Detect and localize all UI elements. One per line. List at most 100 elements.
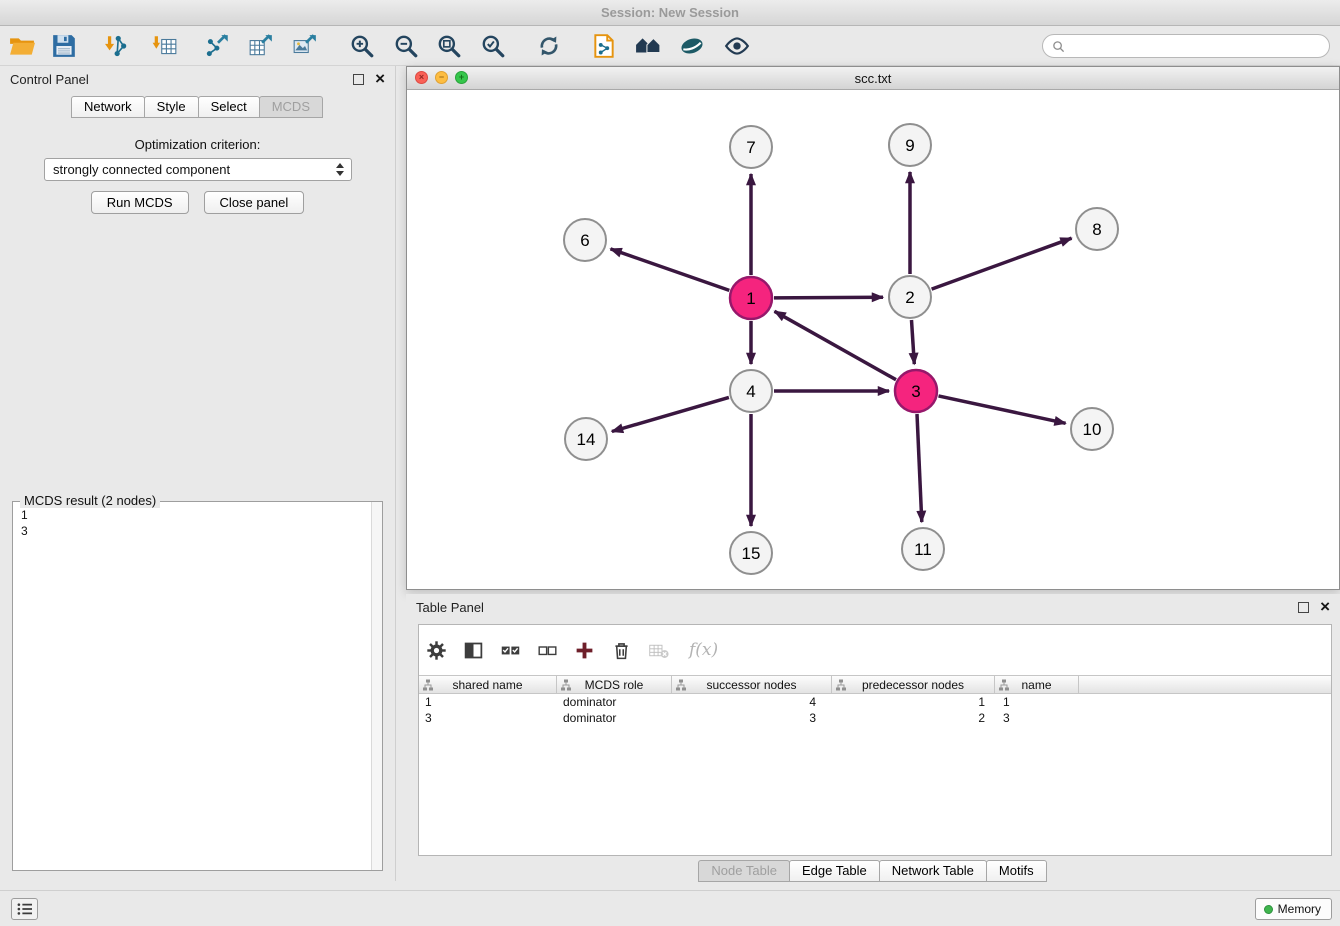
node-label-14: 14 [577, 430, 596, 449]
window-title: Session: New Session [601, 5, 739, 20]
tree-icon [835, 679, 847, 691]
node-label-15: 15 [742, 544, 761, 563]
zoom-out-button[interactable] [391, 31, 421, 61]
column-header-MCDS-role[interactable]: MCDS role [557, 675, 672, 694]
select-all-columns-button[interactable] [496, 636, 524, 664]
function-builder-icon[interactable]: f(x) [681, 640, 718, 660]
zoom-selected-button[interactable] [478, 31, 508, 61]
first-neighbors-button[interactable] [633, 31, 663, 61]
column-header-successor-nodes[interactable]: successor nodes [672, 675, 832, 694]
edge-3-11[interactable] [917, 414, 922, 522]
edge-2-8[interactable] [932, 238, 1072, 289]
table-settings-button[interactable] [422, 636, 450, 664]
mcds-result-scrollbar[interactable] [371, 502, 382, 870]
tab-mcds[interactable]: MCDS [259, 96, 323, 118]
table-row[interactable]: 3dominator323 [419, 710, 1331, 726]
gear-icon [426, 640, 447, 661]
export-network-icon [205, 33, 231, 59]
mcds-result-line: 3 [21, 523, 374, 539]
edge-3-10[interactable] [939, 396, 1066, 423]
show-columns-button[interactable] [459, 636, 487, 664]
status-bar: Memory [0, 890, 1340, 926]
network-window-titlebar[interactable]: × − + scc.txt [407, 67, 1339, 90]
column-header-predecessor-nodes[interactable]: predecessor nodes [832, 675, 995, 694]
apply-style-button[interactable] [677, 31, 707, 61]
node-table-container: f(x) shared nameMCDS rolesuccessor nodes… [418, 624, 1332, 856]
export-image-icon [292, 33, 318, 59]
node-label-6: 6 [580, 231, 589, 250]
task-history-button[interactable] [11, 898, 38, 920]
float-panel-icon[interactable] [353, 74, 364, 85]
toolbar-search-field[interactable] [1042, 34, 1330, 58]
window-zoom-button[interactable]: + [455, 71, 468, 84]
tab-motifs[interactable]: Motifs [986, 860, 1047, 882]
edge-3-1[interactable] [775, 311, 897, 379]
edge-1-6[interactable] [611, 249, 730, 291]
table-toolbar: f(x) [419, 625, 1331, 675]
column-header-shared-name[interactable]: shared name [419, 675, 557, 694]
column-header-name[interactable]: name [995, 675, 1079, 694]
show-graphics-button[interactable] [722, 31, 752, 61]
window-minimize-button[interactable]: − [435, 71, 448, 84]
memory-button[interactable]: Memory [1255, 898, 1332, 920]
column-header-filler [1079, 675, 1331, 694]
delete-column-button[interactable] [607, 636, 635, 664]
tab-network-table[interactable]: Network Table [879, 860, 987, 882]
run-mcds-button[interactable]: Run MCDS [91, 191, 189, 214]
zoom-fit-button[interactable] [434, 31, 464, 61]
zoom-out-icon [393, 33, 419, 59]
table-cell[interactable]: dominator [557, 710, 672, 726]
clone-network-icon [591, 33, 617, 59]
network-graph-svg[interactable]: 7968124314101511 [407, 90, 1339, 589]
table-cell[interactable]: 2 [832, 710, 995, 726]
table-cell[interactable]: 3 [995, 710, 1079, 726]
search-input[interactable] [1071, 39, 1320, 53]
network-canvas[interactable]: 7968124314101511 [407, 90, 1339, 589]
table-cell[interactable]: 1 [419, 694, 557, 710]
table-cell[interactable]: 4 [672, 694, 832, 710]
mcds-result-legend: MCDS result (2 nodes) [20, 493, 160, 508]
tab-edge-table[interactable]: Edge Table [789, 860, 880, 882]
tab-network[interactable]: Network [71, 96, 145, 118]
export-image-button[interactable] [290, 31, 320, 61]
delete-table-button[interactable] [644, 636, 672, 664]
clone-network-button[interactable] [589, 31, 619, 61]
table-cell[interactable]: 3 [419, 710, 557, 726]
table-body: 1dominator4113dominator323 [419, 694, 1331, 726]
tree-icon [998, 679, 1010, 691]
table-cell[interactable]: 1 [832, 694, 995, 710]
tab-style[interactable]: Style [144, 96, 199, 118]
close-panel-icon[interactable]: × [375, 72, 385, 86]
unselect-all-columns-button[interactable] [533, 636, 561, 664]
edge-1-2[interactable] [774, 297, 883, 298]
table-cell[interactable]: dominator [557, 694, 672, 710]
window-controls: × − + [415, 71, 468, 84]
export-network-button[interactable] [203, 31, 233, 61]
table-cell[interactable]: 1 [995, 694, 1079, 710]
window-close-button[interactable]: × [415, 71, 428, 84]
edge-2-3[interactable] [912, 320, 915, 364]
refresh-view-button[interactable] [534, 31, 564, 61]
zoom-in-button[interactable] [347, 31, 377, 61]
table-cell[interactable]: 3 [672, 710, 832, 726]
table-row[interactable]: 1dominator411 [419, 694, 1331, 710]
save-session-button[interactable] [49, 31, 79, 61]
control-panel: Control Panel × NetworkStyleSelectMCDS O… [0, 66, 396, 881]
plus-icon [574, 640, 595, 661]
table-panel-title: Table Panel [416, 600, 484, 615]
mcds-result-line: 1 [21, 507, 374, 523]
edge-4-14[interactable] [612, 397, 729, 431]
tab-select[interactable]: Select [198, 96, 260, 118]
tab-node-table[interactable]: Node Table [698, 860, 790, 882]
node-label-2: 2 [905, 288, 914, 307]
float-table-panel-icon[interactable] [1298, 602, 1309, 613]
import-table-button[interactable] [150, 31, 180, 61]
optimization-criterion-select[interactable]: strongly connected component [44, 158, 352, 181]
open-session-button[interactable] [7, 31, 37, 61]
export-table-button[interactable] [246, 31, 276, 61]
tree-icon [675, 679, 687, 691]
create-column-button[interactable] [570, 636, 598, 664]
close-panel-button[interactable]: Close panel [204, 191, 305, 214]
import-network-button[interactable] [100, 31, 130, 61]
close-table-panel-icon[interactable]: × [1320, 600, 1330, 614]
